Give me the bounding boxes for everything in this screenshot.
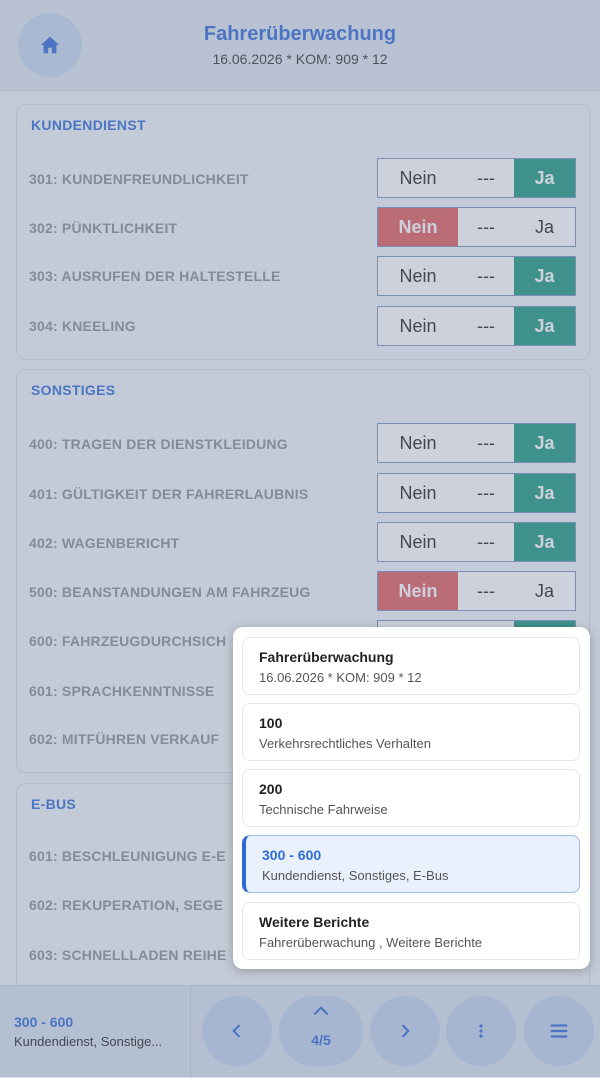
- popup-item-subtitle: Technische Fahrweise: [259, 802, 388, 817]
- popup-item-200[interactable]: 200 Technische Fahrweise: [242, 769, 580, 827]
- popup-item-title: 200: [259, 781, 283, 797]
- popup-item-100[interactable]: 100 Verkehrsrechtliches Verhalten: [242, 703, 580, 761]
- popup-item-subtitle: Fahrerüberwachung , Weitere Berichte: [259, 935, 483, 950]
- popup-item-title: Fahrerüberwachung: [259, 649, 394, 665]
- app-root: Fahrerüberwachung 16.06.2026 * KOM: 909 …: [0, 0, 600, 1078]
- popup-item-title: Weitere Berichte: [259, 914, 370, 930]
- popup-item-title: 300 - 600: [262, 847, 322, 863]
- popup-item-subtitle: 16.06.2026 * KOM: 909 * 12: [259, 670, 422, 685]
- popup-item-title: 100: [259, 715, 283, 731]
- popup-item-weitere-berichte[interactable]: Weitere Berichte Fahrerüberwachung , Wei…: [242, 902, 580, 960]
- popup-item-fahrerueberwachung[interactable]: Fahrerüberwachung 16.06.2026 * KOM: 909 …: [242, 637, 580, 695]
- popup-item-subtitle: Verkehrsrechtliches Verhalten: [259, 736, 431, 751]
- section-picker-popup: Fahrerüberwachung 16.06.2026 * KOM: 909 …: [233, 627, 590, 969]
- popup-item-subtitle: Kundendienst, Sonstiges, E-Bus: [262, 868, 449, 883]
- popup-item-300-600[interactable]: 300 - 600 Kundendienst, Sonstiges, E-Bus: [242, 835, 580, 893]
